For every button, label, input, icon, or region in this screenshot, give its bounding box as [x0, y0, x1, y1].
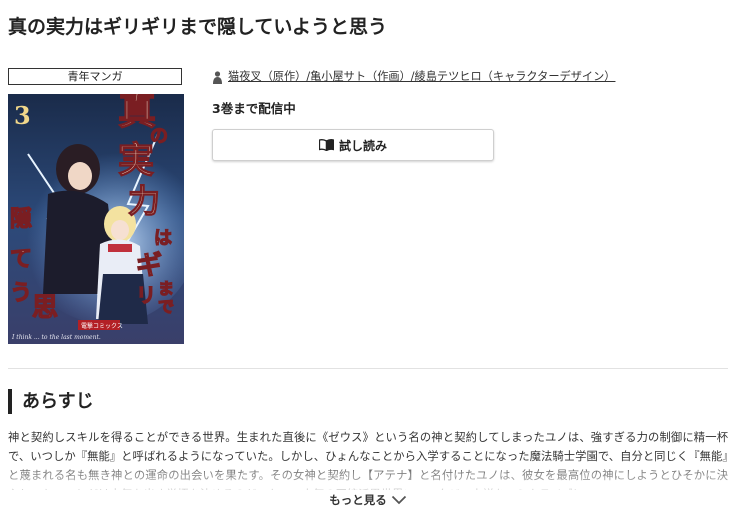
trial-read-button[interactable]: 試し読み [212, 129, 494, 161]
cover-title-char: 実 [118, 139, 154, 181]
cover-title-char: ま [158, 279, 174, 298]
cover-title-char: 隠 [10, 206, 32, 232]
author-credits: 猫夜叉（原作）/亀小屋サト（作画）/綾島テツヒロ（キャラクターデザイン） [212, 69, 712, 85]
show-more-button[interactable]: もっと見る [0, 492, 736, 508]
synopsis-heading: あらすじ [8, 389, 94, 414]
cover-title-char: で [158, 297, 174, 316]
cover-volume-number: 3 [14, 101, 31, 130]
open-book-icon [318, 139, 334, 151]
section-divider [8, 368, 728, 369]
cover-publisher-label: 電撃コミックス [81, 322, 123, 330]
cover-image[interactable]: 真 の 実 力 は ギ リ ま で 隠 て う 思 3 I think ... … [8, 94, 184, 344]
volume-status: 3巻まで配信中 [212, 101, 296, 116]
trial-read-label: 試し読み [338, 138, 387, 153]
cover-title-char: ギ [136, 251, 162, 281]
cover-title-char: 思 [32, 293, 58, 323]
cover-title-char: リ [136, 283, 156, 307]
cover-english-subtitle: I think ... to the last moment. [11, 334, 101, 341]
cover-title-char: は [154, 228, 172, 249]
person-icon [213, 70, 222, 84]
author-link[interactable]: 猫夜叉（原作）/亀小屋サト（作画）/綾島テツヒロ（キャラクターデザイン） [228, 69, 615, 85]
cover-title-char: う [10, 280, 32, 306]
page-title: 真の実力はギリギリまで隠していようと思う [8, 16, 388, 38]
cover-title-char: 力 [128, 182, 160, 220]
show-more-label: もっと見る [329, 493, 387, 507]
chevron-down-icon [391, 495, 406, 505]
cover-title-char: て [10, 246, 32, 272]
cover-art: 真 の 実 力 は ギ リ ま で 隠 て う 思 3 I think ... … [8, 94, 184, 344]
genre-badge[interactable]: 青年マンガ [8, 68, 182, 85]
